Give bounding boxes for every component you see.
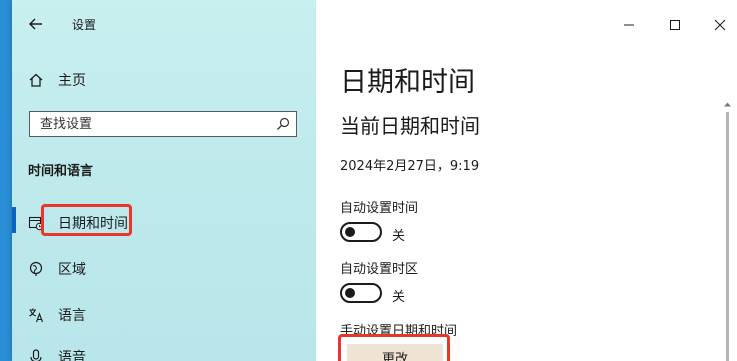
language-icon xyxy=(29,308,44,323)
date-time-highlight-frame xyxy=(41,204,132,236)
close-button[interactable] xyxy=(707,12,733,38)
search-icon[interactable] xyxy=(276,117,290,131)
nav-item-label: 语言 xyxy=(58,308,86,324)
nav-item-label: 区域 xyxy=(58,262,86,278)
titlebar-left: 设置 xyxy=(12,0,316,44)
auto-timezone-state: 关 xyxy=(392,290,406,305)
app-title: 设置 xyxy=(72,18,97,32)
auto-timezone-toggle[interactable] xyxy=(340,283,382,303)
nav-item-region[interactable]: 区域 xyxy=(12,253,316,285)
search-input[interactable] xyxy=(30,112,280,136)
home-icon xyxy=(29,73,43,87)
auto-time-label: 自动设置时间 xyxy=(340,201,419,216)
page-title: 日期和时间 xyxy=(340,67,475,98)
section-heading: 时间和语言 xyxy=(28,164,94,179)
home-label: 主页 xyxy=(58,73,86,89)
scrollbar-thumb[interactable] xyxy=(726,112,729,361)
settings-window: 设置 主页 时间和语言 日期和时间 xyxy=(12,0,737,361)
scroll-up-arrow-icon[interactable] xyxy=(723,100,732,109)
nav-item-label: 语音 xyxy=(58,350,86,361)
minimize-icon xyxy=(624,24,634,26)
toggle-knob xyxy=(345,227,355,237)
auto-time-toggle[interactable] xyxy=(340,222,382,242)
search-box[interactable] xyxy=(29,111,297,137)
globe-region-icon xyxy=(29,261,43,276)
minimize-button[interactable] xyxy=(616,12,642,38)
nav-item-language[interactable]: 语言 xyxy=(12,299,316,331)
auto-timezone-label: 自动设置时区 xyxy=(340,262,419,277)
maximize-icon xyxy=(670,20,680,30)
auto-time-state: 关 xyxy=(392,229,406,244)
close-icon xyxy=(714,19,726,31)
change-button-highlight-frame xyxy=(338,334,450,361)
navigation-pane: 设置 主页 时间和语言 日期和时间 xyxy=(12,0,316,361)
nav-item-speech[interactable]: 语音 xyxy=(12,341,316,361)
microphone-icon xyxy=(30,349,42,361)
back-button[interactable] xyxy=(26,14,46,34)
toggle-knob xyxy=(345,288,355,298)
home-nav-item[interactable]: 主页 xyxy=(28,68,298,92)
current-datetime-value: 2024年2月27日，9:19 xyxy=(340,159,480,174)
arrow-left-icon xyxy=(29,18,42,30)
current-datetime-heading: 当前日期和时间 xyxy=(340,114,480,138)
content-pane: 日期和时间 当前日期和时间 2024年2月27日，9:19 自动设置时间 关 自… xyxy=(316,0,737,361)
maximize-button[interactable] xyxy=(662,12,688,38)
